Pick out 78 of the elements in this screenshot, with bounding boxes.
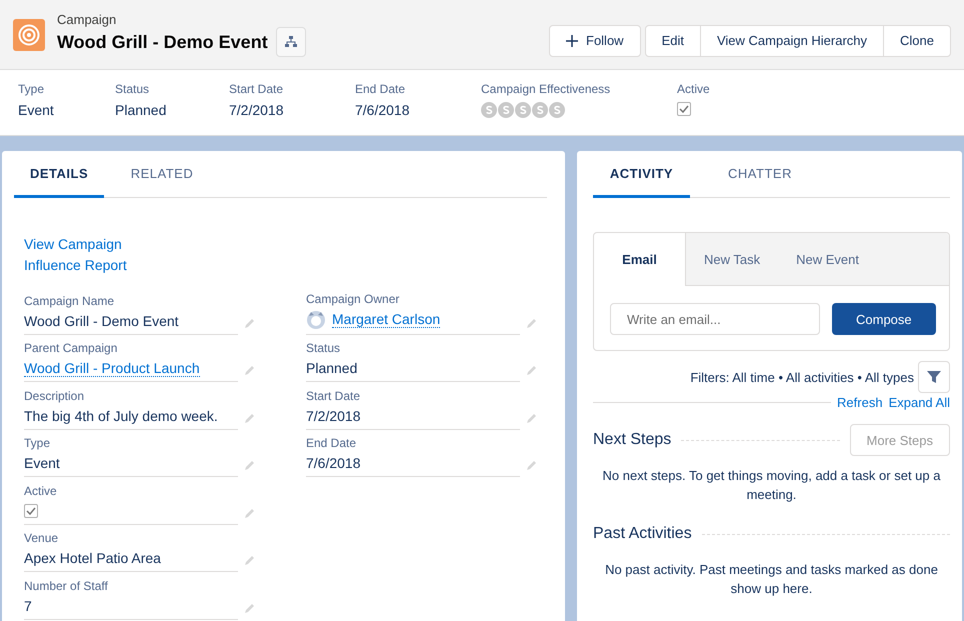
highlight-label: Active	[677, 82, 711, 96]
coin-icon	[498, 102, 514, 118]
field-label: End Date	[306, 436, 358, 450]
field-label: Campaign Name	[24, 294, 116, 308]
field-value: 7/2/2018	[306, 408, 360, 424]
empty-message: No past activity. Past meetings and tasks marked as done show up here.	[604, 561, 939, 598]
highlight-label: End Date	[355, 82, 406, 96]
composer-tab[interactable]: Email	[594, 233, 686, 286]
highlight-label: Status	[115, 82, 150, 96]
object-type: Campaign	[57, 12, 118, 27]
pencil-icon[interactable]	[244, 316, 256, 328]
field-value: 7/6/2018	[306, 455, 360, 471]
pencil-icon[interactable]	[244, 506, 256, 518]
pencil-icon[interactable]	[526, 459, 538, 471]
field-value: Event	[24, 455, 60, 471]
report-link[interactable]: Influence Report	[24, 257, 547, 273]
field-label: Start Date	[306, 388, 362, 402]
composer-tab[interactable]: New Task	[686, 233, 778, 285]
highlight-value: 7/6/2018	[355, 102, 410, 118]
field-value: Wood Grill - Demo Event	[24, 312, 179, 328]
pencil-icon[interactable]	[244, 459, 256, 471]
pencil-icon[interactable]	[526, 316, 538, 328]
tab[interactable]: CHATTER	[690, 151, 830, 198]
highlight-label: Type	[18, 82, 46, 96]
field-value: Planned	[306, 360, 358, 376]
composer-tab[interactable]: New Event	[778, 233, 877, 285]
tab[interactable]: DETAILS	[14, 151, 104, 198]
action-button[interactable]: Clone	[883, 24, 951, 56]
pencil-icon[interactable]	[244, 602, 256, 614]
field-value: The big 4th of July demo week.	[24, 408, 218, 424]
avatar-icon	[306, 310, 326, 330]
owner-link[interactable]: Margaret Carlson	[332, 311, 440, 328]
field-label: Type	[24, 436, 52, 450]
hierarchy-button[interactable]	[276, 27, 306, 57]
pencil-icon[interactable]	[244, 364, 256, 376]
field-value: 7	[24, 598, 32, 614]
field-label: Status	[306, 341, 342, 355]
hierarchy-icon	[284, 36, 297, 48]
field-label: Campaign Owner	[306, 292, 400, 306]
highlight-label: Campaign Effectiveness	[481, 82, 612, 96]
empty-message: No next steps. To get things moving, add a task or set up a meeting.	[602, 467, 942, 504]
activity-link[interactable]: Refresh	[837, 395, 883, 410]
field-value: Apex Hotel Patio Area	[24, 550, 161, 566]
parent-campaign-link[interactable]: Wood Grill - Product Launch	[24, 360, 200, 376]
plus-icon	[566, 34, 578, 46]
highlight-value: 7/2/2018	[229, 102, 284, 118]
record-title: Wood Grill - Demo Event	[57, 32, 268, 52]
field-label: Active	[24, 484, 58, 498]
highlight-value: Event	[18, 102, 55, 118]
filter-summary: Filters: All time • All activities • All types	[690, 370, 914, 384]
action-button[interactable]: View Campaign Hierarchy	[700, 24, 884, 56]
follow-button[interactable]: Follow	[549, 24, 641, 56]
tab[interactable]: ACTIVITY	[593, 151, 690, 198]
email-field[interactable]: Write an email...	[610, 303, 820, 335]
field-label: Description	[24, 388, 86, 402]
field-label: Number of Staff	[24, 578, 109, 592]
pencil-icon[interactable]	[244, 412, 256, 424]
section-title: Next Steps	[593, 431, 672, 449]
campaign-icon	[13, 18, 45, 50]
pencil-icon[interactable]	[526, 364, 538, 376]
filter-icon	[927, 370, 941, 384]
activity-link[interactable]: Expand All	[888, 395, 950, 410]
action-button[interactable]: Edit	[644, 24, 701, 56]
tab[interactable]: RELATED	[104, 151, 220, 198]
coin-icon	[481, 102, 497, 118]
report-link[interactable]: View Campaign	[24, 236, 547, 252]
compose-button[interactable]: Compose	[832, 303, 936, 335]
pencil-icon[interactable]	[526, 412, 538, 424]
highlight-label: Start Date	[229, 82, 284, 96]
filter-button[interactable]	[918, 361, 950, 393]
coin-icon	[515, 102, 531, 118]
highlight-value: Planned	[115, 102, 168, 118]
field-label: Parent Campaign	[24, 341, 118, 355]
pencil-icon[interactable]	[244, 554, 256, 566]
section-title: Past Activities	[593, 525, 692, 543]
coin-icon	[532, 102, 548, 118]
coin-icon	[549, 102, 565, 118]
field-label: Venue	[24, 531, 60, 545]
